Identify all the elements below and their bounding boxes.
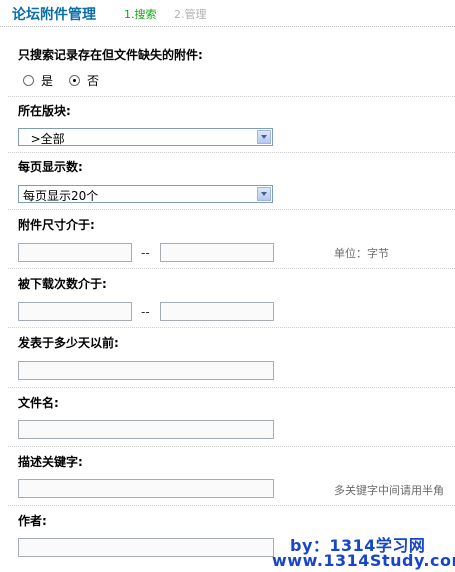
forum-select[interactable]: >全部 [18, 128, 273, 146]
size-min-input[interactable] [18, 243, 132, 262]
forum-select-button[interactable] [257, 130, 271, 144]
missing-files-yes-radio[interactable] [23, 75, 34, 86]
missing-files-no-label: 否 [87, 74, 100, 88]
page-header: 论坛附件管理 1.搜索 2.管理 [0, 0, 455, 26]
days-ago-input[interactable] [18, 361, 274, 380]
size-unit-hint: 单位：字节 [334, 247, 389, 260]
size-range-label: 附件尺寸介于: [18, 218, 95, 232]
missing-files-yes-label: 是 [41, 74, 54, 88]
radio-selected-dot [73, 79, 76, 82]
forum-label: 所在版块: [18, 104, 71, 118]
download-range-separator: -- [141, 305, 150, 319]
header-divider [0, 26, 455, 27]
missing-files-no-radio[interactable] [69, 75, 80, 86]
section-divider [8, 387, 455, 388]
missing-files-label: 只搜索记录存在但文件缺失的附件: [18, 48, 203, 62]
step-manage-link[interactable]: 2.管理 [174, 6, 207, 22]
section-divider [8, 505, 455, 506]
filename-label: 文件名: [18, 396, 59, 410]
step-search-link[interactable]: 1.搜索 [124, 6, 157, 22]
download-min-input[interactable] [18, 302, 132, 321]
author-input[interactable] [18, 538, 274, 557]
per-page-select-button[interactable] [257, 187, 271, 201]
download-range-label: 被下载次数介于: [18, 277, 107, 291]
section-divider [8, 268, 455, 269]
size-max-input[interactable] [160, 243, 274, 262]
filename-input[interactable] [18, 420, 274, 439]
section-divider [8, 96, 455, 97]
watermark-line2: www.1314Study.com [272, 551, 455, 570]
size-range-separator: -- [141, 246, 150, 260]
section-divider [8, 152, 455, 153]
keywords-hint: 多关键字中间请用半角 [334, 484, 444, 497]
days-ago-label: 发表于多少天以前: [18, 336, 119, 350]
forum-select-value: >全部 [23, 132, 65, 146]
keywords-label: 描述关键字: [18, 455, 83, 469]
per-page-select-value: 每页显示20个 [23, 189, 99, 203]
author-label: 作者: [18, 514, 47, 528]
section-divider [8, 446, 455, 447]
chevron-down-icon [261, 135, 267, 139]
keywords-input[interactable] [18, 479, 274, 498]
section-divider [8, 209, 455, 210]
section-divider [8, 327, 455, 328]
chevron-down-icon [261, 192, 267, 196]
page-title: 论坛附件管理 [12, 7, 96, 23]
download-max-input[interactable] [160, 302, 274, 321]
per-page-select[interactable]: 每页显示20个 [18, 185, 273, 203]
per-page-label: 每页显示数: [18, 160, 83, 174]
